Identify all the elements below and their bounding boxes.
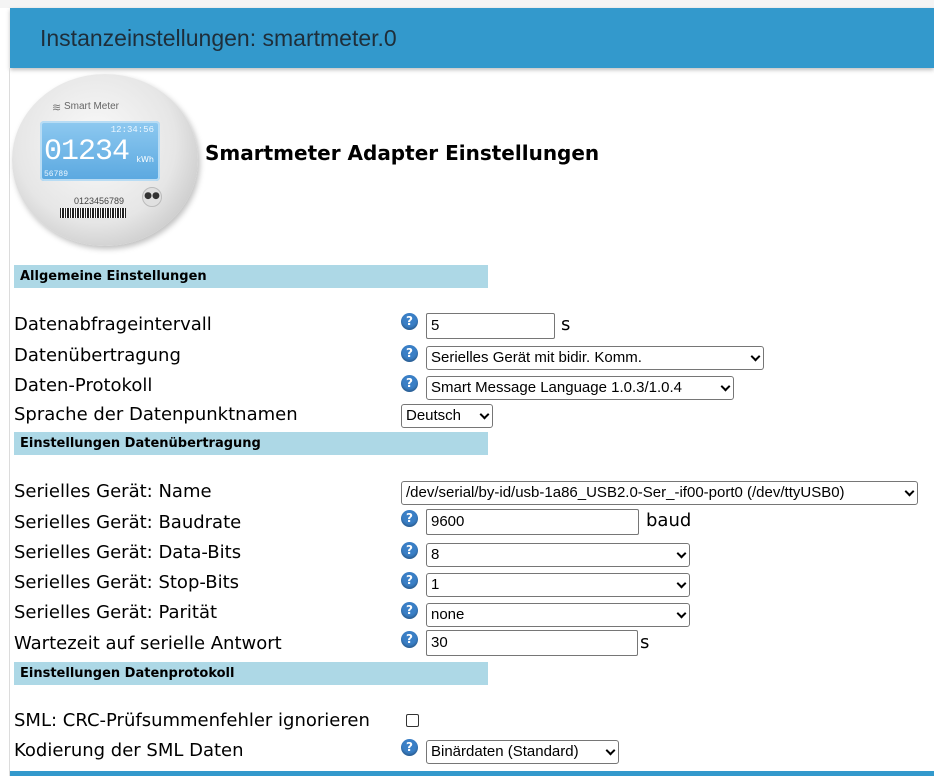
chevron-down-icon [676, 548, 687, 559]
signal-icon: ≋ [52, 101, 62, 114]
wait-label: Wartezeit auf serielle Antwort [14, 633, 282, 654]
stopbits-select[interactable]: 1 [426, 573, 690, 597]
help-icon[interactable]: ? [401, 631, 418, 648]
chevron-down-icon [676, 608, 687, 619]
chevron-down-icon [676, 578, 687, 589]
crc-label: SML: CRC-Prüfsummenfehler ignorieren [14, 710, 370, 731]
dialog-title: Instanzeinstellungen: smartmeter.0 [40, 25, 397, 51]
protocol-select[interactable]: Smart Message Language 1.0.3/1.0.4 [426, 376, 734, 400]
language-label: Sprache der Datenpunktnamen [14, 404, 298, 425]
wait-input[interactable]: 30 [426, 630, 638, 656]
logo-time: 12:34:56 [110, 125, 154, 135]
parity-select-value: none [431, 606, 465, 623]
stopbits-label: Serielles Gerät: Stop-Bits [14, 572, 240, 593]
help-icon[interactable]: ? [401, 510, 418, 527]
logo-digits: 01234 [44, 135, 130, 169]
help-icon[interactable]: ? [401, 739, 418, 756]
logo-display: 12:34:56 01234 kWh 56789 [40, 121, 160, 181]
serial-name-label: Serielles Gerät: Name [14, 481, 212, 502]
databits-select[interactable]: 8 [426, 543, 690, 567]
logo-brand: Smart Meter [64, 101, 120, 112]
help-icon[interactable]: ? [401, 542, 418, 559]
wait-unit: s [640, 632, 650, 653]
protocol-label: Daten-Protokoll [14, 375, 153, 396]
databits-select-value: 8 [431, 546, 440, 563]
transfer-select-value: Serielles Gerät mit bidir. Komm. [431, 349, 642, 366]
chevron-down-icon [479, 409, 490, 420]
transfer-select[interactable]: Serielles Gerät mit bidir. Komm. [426, 346, 764, 370]
encoding-label: Kodierung der SML Daten [14, 740, 244, 761]
baud-label: Serielles Gerät: Baudrate [14, 512, 242, 533]
barcode-icon [60, 208, 126, 218]
encoding-select[interactable]: Binärdaten (Standard) [426, 740, 619, 764]
interval-label: Datenabfrageintervall [14, 314, 212, 335]
language-select-value: Deutsch [406, 407, 462, 424]
crc-checkbox[interactable] [406, 714, 419, 727]
left-border [9, 68, 10, 776]
parity-label: Serielles Gerät: Parität [14, 602, 218, 623]
logo-unit: kWh [136, 155, 154, 164]
logo-serial: 0123456789 [74, 196, 125, 206]
chevron-down-icon [904, 486, 915, 497]
top-strip [0, 0, 934, 8]
chevron-down-icon [720, 381, 731, 392]
stopbits-select-value: 1 [431, 576, 440, 593]
encoding-select-value: Binärdaten (Standard) [431, 743, 579, 760]
dialog-titlebar: Instanzeinstellungen: smartmeter.0 [10, 8, 934, 68]
chevron-down-icon [605, 745, 616, 756]
section-general-title: Allgemeine Einstellungen [20, 269, 207, 284]
serial-name-select[interactable]: /dev/serial/by-id/usb-1a86_USB2.0-Ser_-i… [401, 481, 918, 505]
chevron-down-icon [750, 351, 761, 362]
smartmeter-logo: ≋ Smart Meter 12:34:56 01234 kWh 56789 0… [12, 74, 198, 246]
serial-name-select-value: /dev/serial/by-id/usb-1a86_USB2.0-Ser_-i… [406, 484, 845, 501]
section-transfer: Einstellungen Datenübertragung [14, 432, 488, 455]
language-select[interactable]: Deutsch [401, 404, 493, 428]
help-icon[interactable]: ? [401, 375, 418, 392]
section-protocol: Einstellungen Datenprotokoll [14, 662, 488, 685]
section-protocol-title: Einstellungen Datenprotokoll [20, 666, 235, 681]
protocol-select-value: Smart Message Language 1.0.3/1.0.4 [431, 379, 683, 396]
meter-port-icon: ●● [142, 187, 162, 207]
baud-unit: baud [646, 510, 692, 531]
help-icon[interactable]: ? [401, 572, 418, 589]
databits-label: Serielles Gerät: Data-Bits [14, 542, 242, 563]
help-icon[interactable]: ? [401, 313, 418, 330]
interval-input[interactable]: 5 [426, 313, 555, 339]
page-heading: Smartmeter Adapter Einstellungen [205, 141, 600, 165]
help-icon[interactable]: ? [401, 602, 418, 619]
logo-sub: 56789 [44, 170, 69, 179]
help-icon[interactable]: ? [401, 345, 418, 362]
baud-input[interactable]: 9600 [426, 509, 639, 535]
section-transfer-title: Einstellungen Datenübertragung [20, 436, 261, 451]
section-general: Allgemeine Einstellungen [14, 265, 488, 288]
parity-select[interactable]: none [426, 603, 690, 627]
interval-unit: s [561, 314, 571, 335]
transfer-label: Datenübertragung [14, 345, 181, 366]
bottom-bar [10, 771, 934, 776]
